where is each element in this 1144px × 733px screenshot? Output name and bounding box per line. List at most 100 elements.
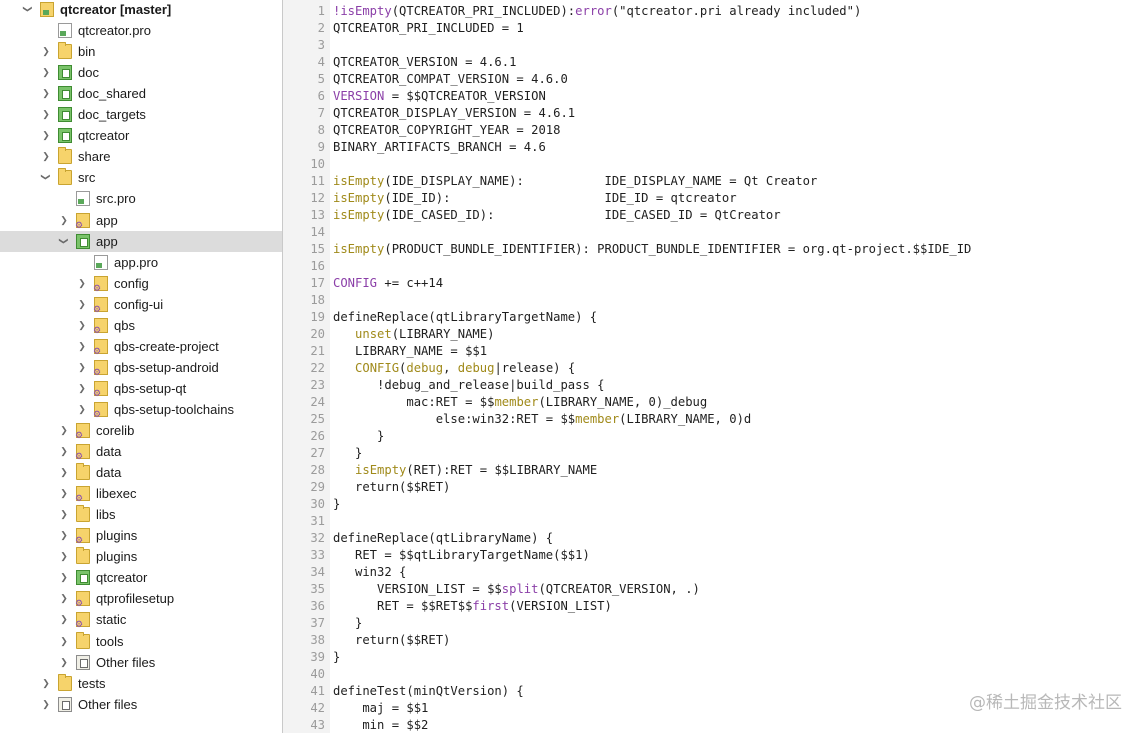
code-line[interactable]: 28 isEmpty(RET):RET = $$LIBRARY_NAME bbox=[283, 462, 1144, 479]
tree-item[interactable]: plugins bbox=[0, 546, 282, 567]
tree-item[interactable]: doc bbox=[0, 62, 282, 83]
chevron-right-icon[interactable] bbox=[40, 697, 52, 711]
code-line[interactable]: 4 QTCREATOR_VERSION = 4.6.1 bbox=[283, 54, 1144, 71]
code-line[interactable]: 20 unset(LIBRARY_NAME) bbox=[283, 326, 1144, 343]
code-line[interactable]: 21 LIBRARY_NAME = $$1 bbox=[283, 343, 1144, 360]
code-line[interactable]: 11 isEmpty(IDE_DISPLAY_NAME): IDE_DISPLAY… bbox=[283, 173, 1144, 190]
tree-item[interactable]: qtcreator bbox=[0, 567, 282, 588]
code-line[interactable]: 1 !isEmpty(QTCREATOR_PRI_INCLUDED):error(… bbox=[283, 3, 1144, 20]
code-line[interactable]: 37 } bbox=[283, 615, 1144, 632]
code-line[interactable]: 35 VERSION_LIST = $$split(QTCREATOR_VERS… bbox=[283, 581, 1144, 598]
chevron-right-icon[interactable] bbox=[58, 655, 70, 669]
code-line[interactable]: 26 } bbox=[283, 428, 1144, 445]
chevron-right-icon[interactable] bbox=[76, 402, 88, 416]
chevron-right-icon[interactable] bbox=[58, 570, 70, 584]
code-line[interactable]: 19 defineReplace(qtLibraryTargetName) { bbox=[283, 309, 1144, 326]
tree-item[interactable]: libexec bbox=[0, 483, 282, 504]
tree-item[interactable]: tests bbox=[0, 673, 282, 694]
chevron-down-icon[interactable] bbox=[22, 2, 34, 16]
code-line[interactable]: 14 bbox=[283, 224, 1144, 241]
tree-item[interactable]: share bbox=[0, 146, 282, 167]
tree-item[interactable]: qtcreator bbox=[0, 125, 282, 146]
tree-item[interactable]: bin bbox=[0, 41, 282, 62]
chevron-right-icon[interactable] bbox=[58, 549, 70, 563]
tree-item[interactable]: data bbox=[0, 441, 282, 462]
chevron-right-icon[interactable] bbox=[58, 507, 70, 521]
chevron-right-icon[interactable] bbox=[58, 612, 70, 626]
chevron-right-icon[interactable] bbox=[40, 86, 52, 100]
chevron-right-icon[interactable] bbox=[40, 44, 52, 58]
code-line[interactable]: 24 mac:RET = $$member(LIBRARY_NAME, 0)_d… bbox=[283, 394, 1144, 411]
tree-item[interactable]: qbs bbox=[0, 315, 282, 336]
tree-item[interactable]: libs bbox=[0, 504, 282, 525]
chevron-right-icon[interactable] bbox=[40, 128, 52, 142]
chevron-right-icon[interactable] bbox=[76, 360, 88, 374]
tree-item[interactable]: tools bbox=[0, 631, 282, 652]
tree-item[interactable]: qtcreator.pro bbox=[0, 20, 282, 41]
code-line[interactable]: 22 CONFIG(debug, debug|release) { bbox=[283, 360, 1144, 377]
tree-item[interactable]: config-ui bbox=[0, 294, 282, 315]
chevron-right-icon[interactable] bbox=[40, 149, 52, 163]
chevron-right-icon[interactable] bbox=[58, 444, 70, 458]
code-line[interactable]: 16 bbox=[283, 258, 1144, 275]
chevron-right-icon[interactable] bbox=[76, 276, 88, 290]
code-line[interactable]: 36 RET = $$RET$$first(VERSION_LIST) bbox=[283, 598, 1144, 615]
code-line[interactable]: 27 } bbox=[283, 445, 1144, 462]
tree-item[interactable]: corelib bbox=[0, 420, 282, 441]
chevron-right-icon[interactable] bbox=[58, 634, 70, 648]
chevron-right-icon[interactable] bbox=[58, 213, 70, 227]
code-line[interactable]: 32 defineReplace(qtLibraryName) { bbox=[283, 530, 1144, 547]
code-line[interactable]: 17 CONFIG += c++14 bbox=[283, 275, 1144, 292]
code-line[interactable]: 13 isEmpty(IDE_CASED_ID): IDE_CASED_ID = … bbox=[283, 207, 1144, 224]
tree-item[interactable]: doc_targets bbox=[0, 104, 282, 125]
chevron-right-icon[interactable] bbox=[76, 318, 88, 332]
code-line[interactable]: 30} bbox=[283, 496, 1144, 513]
code-editor[interactable]: 1 !isEmpty(QTCREATOR_PRI_INCLUDED):error(… bbox=[283, 0, 1144, 733]
code-line[interactable]: 5 QTCREATOR_COMPAT_VERSION = 4.6.0 bbox=[283, 71, 1144, 88]
chevron-right-icon[interactable] bbox=[58, 423, 70, 437]
chevron-right-icon[interactable] bbox=[76, 381, 88, 395]
tree-item[interactable]: qbs-setup-android bbox=[0, 357, 282, 378]
chevron-right-icon[interactable] bbox=[40, 676, 52, 690]
code-line[interactable]: 6 VERSION = $$QTCREATOR_VERSION bbox=[283, 88, 1144, 105]
code-line[interactable]: 7 QTCREATOR_DISPLAY_VERSION = 4.6.1 bbox=[283, 105, 1144, 122]
code-line[interactable]: 23 !debug_and_release|build_pass { bbox=[283, 377, 1144, 394]
tree-item[interactable]: data bbox=[0, 462, 282, 483]
chevron-right-icon[interactable] bbox=[76, 339, 88, 353]
code-line[interactable]: 9 BINARY_ARTIFACTS_BRANCH = 4.6 bbox=[283, 139, 1144, 156]
tree-item[interactable]: qbs-create-project bbox=[0, 336, 282, 357]
tree-item[interactable]: app bbox=[0, 210, 282, 231]
code-line[interactable]: 31 bbox=[283, 513, 1144, 530]
chevron-right-icon[interactable] bbox=[40, 107, 52, 121]
project-tree[interactable]: qtcreator [master] qtcreator.pro bin doc doc… bbox=[0, 0, 283, 733]
tree-item[interactable]: qbs-setup-toolchains bbox=[0, 399, 282, 420]
chevron-right-icon[interactable] bbox=[58, 465, 70, 479]
code-line[interactable]: 40 bbox=[283, 666, 1144, 683]
tree-item[interactable]: config bbox=[0, 273, 282, 294]
chevron-right-icon[interactable] bbox=[58, 528, 70, 542]
code-line[interactable]: 29 return($$RET) bbox=[283, 479, 1144, 496]
tree-item[interactable]: plugins bbox=[0, 525, 282, 546]
code-line[interactable]: 43 min = $$2 bbox=[283, 717, 1144, 733]
tree-item[interactable]: qtcreator [master] bbox=[0, 0, 282, 20]
tree-item[interactable]: Other files bbox=[0, 652, 282, 673]
tree-item[interactable]: qbs-setup-qt bbox=[0, 378, 282, 399]
code-line[interactable]: 2 QTCREATOR_PRI_INCLUDED = 1 bbox=[283, 20, 1144, 37]
code-line[interactable]: 3 bbox=[283, 37, 1144, 54]
chevron-right-icon[interactable] bbox=[58, 486, 70, 500]
code-line[interactable]: 38 return($$RET) bbox=[283, 632, 1144, 649]
code-line[interactable]: 33 RET = $$qtLibraryTargetName($$1) bbox=[283, 547, 1144, 564]
tree-item[interactable]: doc_shared bbox=[0, 83, 282, 104]
code-line[interactable]: 18 bbox=[283, 292, 1144, 309]
code-line[interactable]: 25 else:win32:RET = $$member(LIBRARY_NAM… bbox=[283, 411, 1144, 428]
chevron-right-icon[interactable] bbox=[76, 297, 88, 311]
tree-item[interactable]: app bbox=[0, 230, 282, 252]
code-line[interactable]: 10 bbox=[283, 156, 1144, 173]
tree-item[interactable]: src.pro bbox=[0, 188, 282, 209]
code-line[interactable]: 34 win32 { bbox=[283, 564, 1144, 581]
code-line[interactable]: 15 isEmpty(PRODUCT_BUNDLE_IDENTIFIER): PR… bbox=[283, 241, 1144, 258]
chevron-down-icon[interactable] bbox=[58, 234, 70, 248]
code-line[interactable]: 39} bbox=[283, 649, 1144, 666]
tree-item[interactable]: qtprofilesetup bbox=[0, 588, 282, 609]
code-line[interactable]: 12 isEmpty(IDE_ID): IDE_ID = qtcreator bbox=[283, 190, 1144, 207]
